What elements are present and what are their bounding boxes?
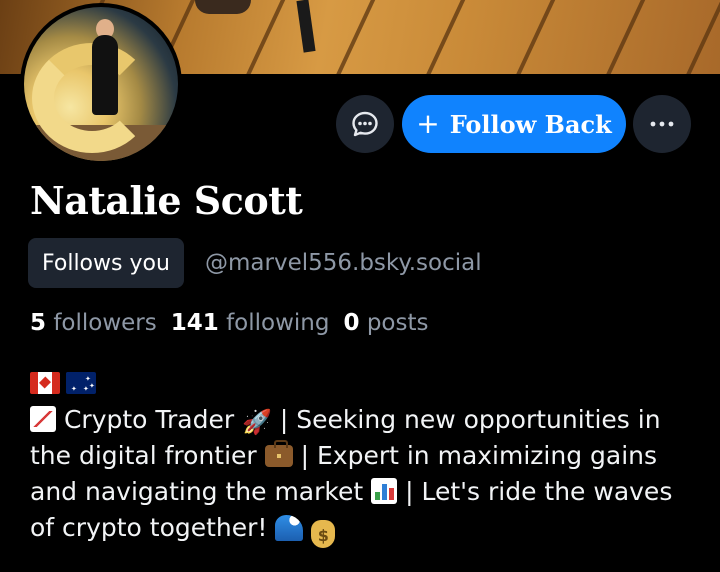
more-options-button[interactable] xyxy=(633,95,691,153)
wave-icon xyxy=(275,515,304,541)
australia-flag-icon: ✦ ✦ ✦ ✦ xyxy=(66,372,96,394)
plus-icon: + xyxy=(416,107,440,140)
follows-you-label: Follows you xyxy=(42,250,170,276)
rocket-icon: 🚀 xyxy=(242,408,272,436)
profile-bio: ✦ ✦ ✦ ✦ Crypto Trader 🚀 | Seeking new op… xyxy=(30,368,702,548)
bio-flags: ✦ ✦ ✦ ✦ xyxy=(30,368,702,398)
posts-label: posts xyxy=(366,310,429,336)
bar-chart-icon xyxy=(371,478,398,504)
briefcase-icon xyxy=(264,440,293,467)
followers-stat[interactable]: 5 followers xyxy=(30,310,157,336)
posts-stat: 0 posts xyxy=(343,310,428,336)
posts-count: 0 xyxy=(343,310,360,336)
bio-segment-1: Crypto Trader xyxy=(63,405,235,434)
message-button[interactable] xyxy=(336,95,394,153)
follows-you-badge: Follows you xyxy=(28,238,184,288)
follow-back-button[interactable]: + Follow Back xyxy=(402,95,626,153)
following-stat[interactable]: 141 following xyxy=(171,310,330,336)
follow-back-label: Follow Back xyxy=(449,109,612,139)
canada-flag-icon xyxy=(30,372,60,394)
money-bag-icon: $ xyxy=(311,520,336,548)
avatar-image xyxy=(24,7,178,161)
display-name: Natalie Scott xyxy=(30,178,303,223)
chart-increasing-icon xyxy=(30,406,56,432)
avatar[interactable] xyxy=(20,3,182,165)
profile-stats: 5 followers 141 following 0 posts xyxy=(30,310,428,336)
banner-post xyxy=(296,0,316,53)
bio-text: Crypto Trader 🚀 | Seeking new opportunit… xyxy=(30,402,702,548)
followers-label: followers xyxy=(53,310,157,336)
following-label: following xyxy=(226,310,330,336)
following-count: 141 xyxy=(170,310,219,336)
profile-handle[interactable]: @marvel556.bsky.social xyxy=(205,250,482,276)
more-horizontal-icon xyxy=(650,121,674,127)
followers-count: 5 xyxy=(30,310,47,336)
chat-bubble-icon xyxy=(352,111,378,137)
banner-shoe xyxy=(195,0,251,14)
